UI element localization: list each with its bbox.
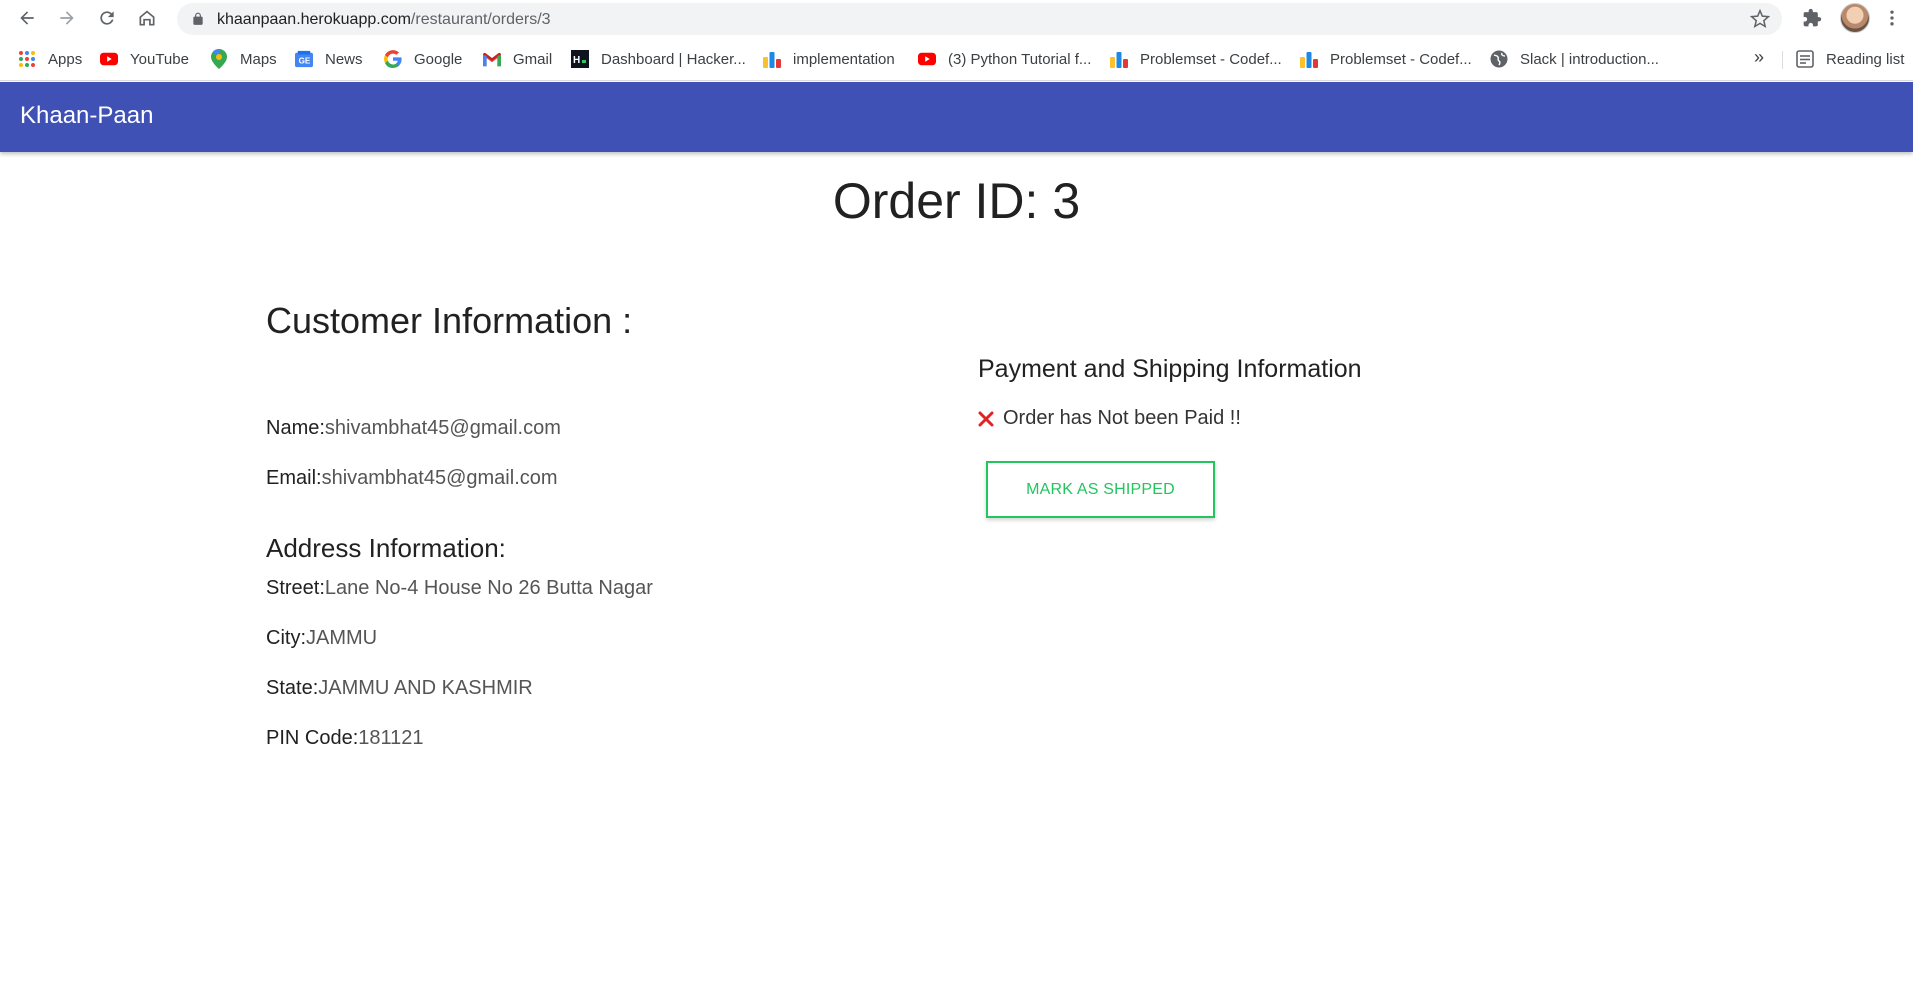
reload-button[interactable] <box>93 4 121 32</box>
bookmark-label: Problemset - Codef... <box>1330 50 1472 68</box>
email-label: Email: <box>266 467 322 489</box>
street-label: Street: <box>266 577 325 599</box>
bookmark-label: Gmail <box>513 50 553 68</box>
pin-code-row: PIN Code:181121 <box>266 727 424 750</box>
url-text: khaanpaan.herokuapp.com/restaurant/order… <box>217 11 551 29</box>
state-label: State: <box>266 677 319 699</box>
bookmark-problemset-2[interactable]: Problemset - Codef... <box>1300 49 1472 69</box>
bookmark-label: (3) Python Tutorial f... <box>948 50 1092 68</box>
bookmark-apps[interactable]: Apps <box>18 49 82 69</box>
codeforces-icon <box>763 50 781 68</box>
reading-list-icon <box>1796 50 1814 68</box>
home-button[interactable] <box>133 4 161 32</box>
arrow-left-icon <box>20 11 34 25</box>
url-path: /restaurant/orders/3 <box>410 11 551 28</box>
bookmark-implementation[interactable]: implementation <box>763 49 895 69</box>
bookmark-python-tutorial[interactable]: (3) Python Tutorial f... <box>918 49 1091 69</box>
arrow-right-icon <box>60 11 74 25</box>
payment-shipping-heading: Payment and Shipping Information <box>978 355 1362 383</box>
reading-list-button[interactable]: Reading list <box>1796 49 1904 69</box>
city-value: JAMMU <box>306 627 378 649</box>
google-icon <box>384 50 402 68</box>
reload-icon <box>100 11 114 25</box>
close-x-icon <box>978 411 994 426</box>
bookmarks-overflow-button[interactable]: » <box>1754 47 1764 68</box>
back-button[interactable] <box>13 4 41 32</box>
app-navbar: Khaan-Paan <box>0 82 1913 152</box>
bookmark-gmail[interactable]: Gmail <box>483 49 552 69</box>
svg-text:H: H <box>573 55 580 66</box>
payment-status-text: Order has Not been Paid !! <box>1003 407 1241 429</box>
extensions-button[interactable] <box>1800 6 1824 30</box>
browser-menu-button[interactable] <box>1880 6 1904 30</box>
address-bar[interactable]: khaanpaan.herokuapp.com/restaurant/order… <box>177 3 1782 35</box>
browser-toolbar: khaanpaan.herokuapp.com/restaurant/order… <box>0 0 1913 37</box>
bookmark-label: Problemset - Codef... <box>1140 50 1282 68</box>
svg-text:GE: GE <box>299 57 311 66</box>
bookmark-news[interactable]: GE News <box>295 49 363 69</box>
home-icon <box>139 10 155 26</box>
bookmark-label: Dashboard | Hacker... <box>601 50 746 68</box>
url-host: khaanpaan.herokuapp.com <box>217 11 411 28</box>
payment-shipping-section: Payment and Shipping Information Order h… <box>978 355 1578 518</box>
bookmark-maps[interactable]: Maps <box>210 49 277 69</box>
bookmark-label: Google <box>414 50 463 68</box>
customer-email-row: Email:shivambhat45@gmail.com <box>266 467 558 490</box>
gmail-icon <box>483 50 501 68</box>
name-label: Name: <box>266 417 325 439</box>
bookmark-label: YouTube <box>130 50 189 68</box>
apps-grid-icon <box>18 50 36 68</box>
bookmark-google[interactable]: Google <box>384 49 462 69</box>
address-info-heading: Address Information: <box>266 533 506 563</box>
globe-icon <box>1490 50 1508 68</box>
bookmark-slack[interactable]: Slack | introduction... <box>1490 49 1659 69</box>
brand-logo-link[interactable]: Khaan-Paan <box>20 102 153 130</box>
lock-icon <box>193 12 203 25</box>
youtube-icon <box>100 50 118 68</box>
state-value: JAMMU AND KASHMIR <box>318 677 533 699</box>
bookmark-label: implementation <box>793 50 895 68</box>
bookmarks-bar: Apps YouTube Maps GE News Google Gmail H <box>0 37 1913 81</box>
pin-code-label: PIN Code: <box>266 727 359 749</box>
order-title: Order ID: 3 <box>832 173 1081 229</box>
maps-pin-icon <box>210 49 228 69</box>
city-label: City: <box>266 627 306 649</box>
hackerrank-icon: H <box>571 50 589 68</box>
state-row: State:JAMMU AND KASHMIR <box>266 677 533 700</box>
codeforces-icon <box>1110 50 1128 68</box>
bookmark-label: Slack | introduction... <box>1520 50 1659 68</box>
name-value: shivambhat45@gmail.com <box>324 417 561 439</box>
news-icon: GE <box>295 50 313 68</box>
street-row: Street:Lane No-4 House No 26 Butta Nagar <box>266 577 653 600</box>
kebab-menu-icon <box>1890 10 1894 26</box>
bookmarks-divider <box>1782 51 1783 69</box>
codeforces-icon <box>1300 50 1318 68</box>
bookmark-hackerrank[interactable]: H Dashboard | Hacker... <box>571 49 746 69</box>
payment-status: Order has Not been Paid !! <box>978 407 1241 430</box>
customer-info-section: Customer Information : Name:shivambhat45… <box>266 300 946 749</box>
email-value: shivambhat45@gmail.com <box>321 467 558 489</box>
bookmark-problemset-1[interactable]: Problemset - Codef... <box>1110 49 1282 69</box>
pin-code-value: 181121 <box>358 727 424 749</box>
city-row: City:JAMMU <box>266 627 377 650</box>
forward-button[interactable] <box>53 4 81 32</box>
puzzle-icon <box>1803 8 1822 27</box>
youtube-icon <box>918 50 936 68</box>
customer-info-heading: Customer Information : <box>266 300 633 341</box>
bookmark-label: Maps <box>240 50 277 68</box>
reading-list-label: Reading list <box>1826 50 1905 68</box>
bookmark-youtube[interactable]: YouTube <box>100 49 189 69</box>
street-value: Lane No-4 House No 26 Butta Nagar <box>324 577 653 599</box>
bookmark-label: Apps <box>48 50 83 68</box>
bookmark-star-icon[interactable] <box>1750 9 1770 29</box>
profile-avatar[interactable] <box>1840 3 1870 33</box>
customer-name-row: Name:shivambhat45@gmail.com <box>266 417 561 440</box>
mark-as-shipped-button[interactable]: MARK AS SHIPPED <box>986 461 1215 518</box>
bookmark-label: News <box>325 50 363 68</box>
